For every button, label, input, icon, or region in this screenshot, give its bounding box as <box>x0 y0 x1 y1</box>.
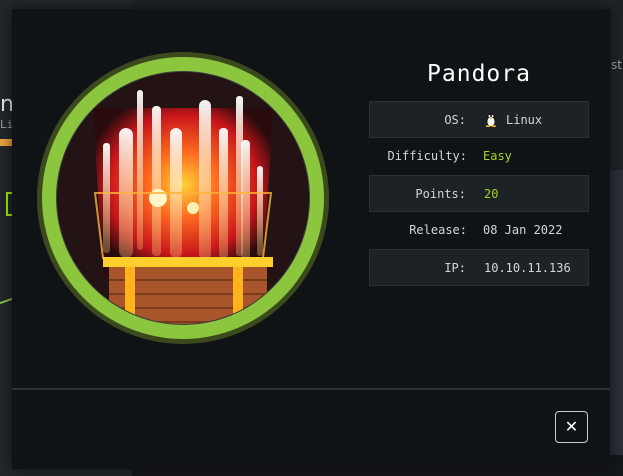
difficulty-label: Difficulty: <box>387 149 467 163</box>
background-right-panel <box>610 170 623 470</box>
difficulty-value: Easy <box>483 149 512 163</box>
machine-info-modal: Pandora OS: Linux Difficulty: Easy Point… <box>12 9 610 469</box>
background-chart-line <box>0 297 12 345</box>
points-label: Points: <box>415 187 466 201</box>
os-value-wrap: Linux <box>484 102 542 139</box>
machine-name: Pandora <box>427 61 531 87</box>
info-row-os: OS: Linux <box>369 101 589 138</box>
tux-icon <box>485 113 497 127</box>
close-button[interactable]: ✕ <box>555 411 588 443</box>
info-row-difficulty: Difficulty: Easy <box>369 138 589 175</box>
ip-label: IP: <box>444 261 466 275</box>
close-icon: ✕ <box>564 417 579 436</box>
points-value: 20 <box>484 187 499 201</box>
info-row-points: Points: 20 <box>369 175 589 212</box>
info-row-release: Release: 08 Jan 2022 <box>369 212 589 249</box>
machine-avatar-pandora-box-icon <box>37 52 329 344</box>
os-value: Linux <box>506 113 543 127</box>
ip-value: 10.10.11.136 <box>484 261 571 275</box>
modal-footer-divider <box>12 388 610 390</box>
background-right-text: st <box>611 58 622 72</box>
info-row-ip: IP: 10.10.11.136 <box>369 249 589 286</box>
release-value: 08 Jan 2022 <box>483 223 563 237</box>
os-label: OS: <box>444 113 466 127</box>
release-label: Release: <box>409 223 467 237</box>
machine-info-table: OS: Linux Difficulty: Easy Points: 20 Re… <box>369 101 589 286</box>
